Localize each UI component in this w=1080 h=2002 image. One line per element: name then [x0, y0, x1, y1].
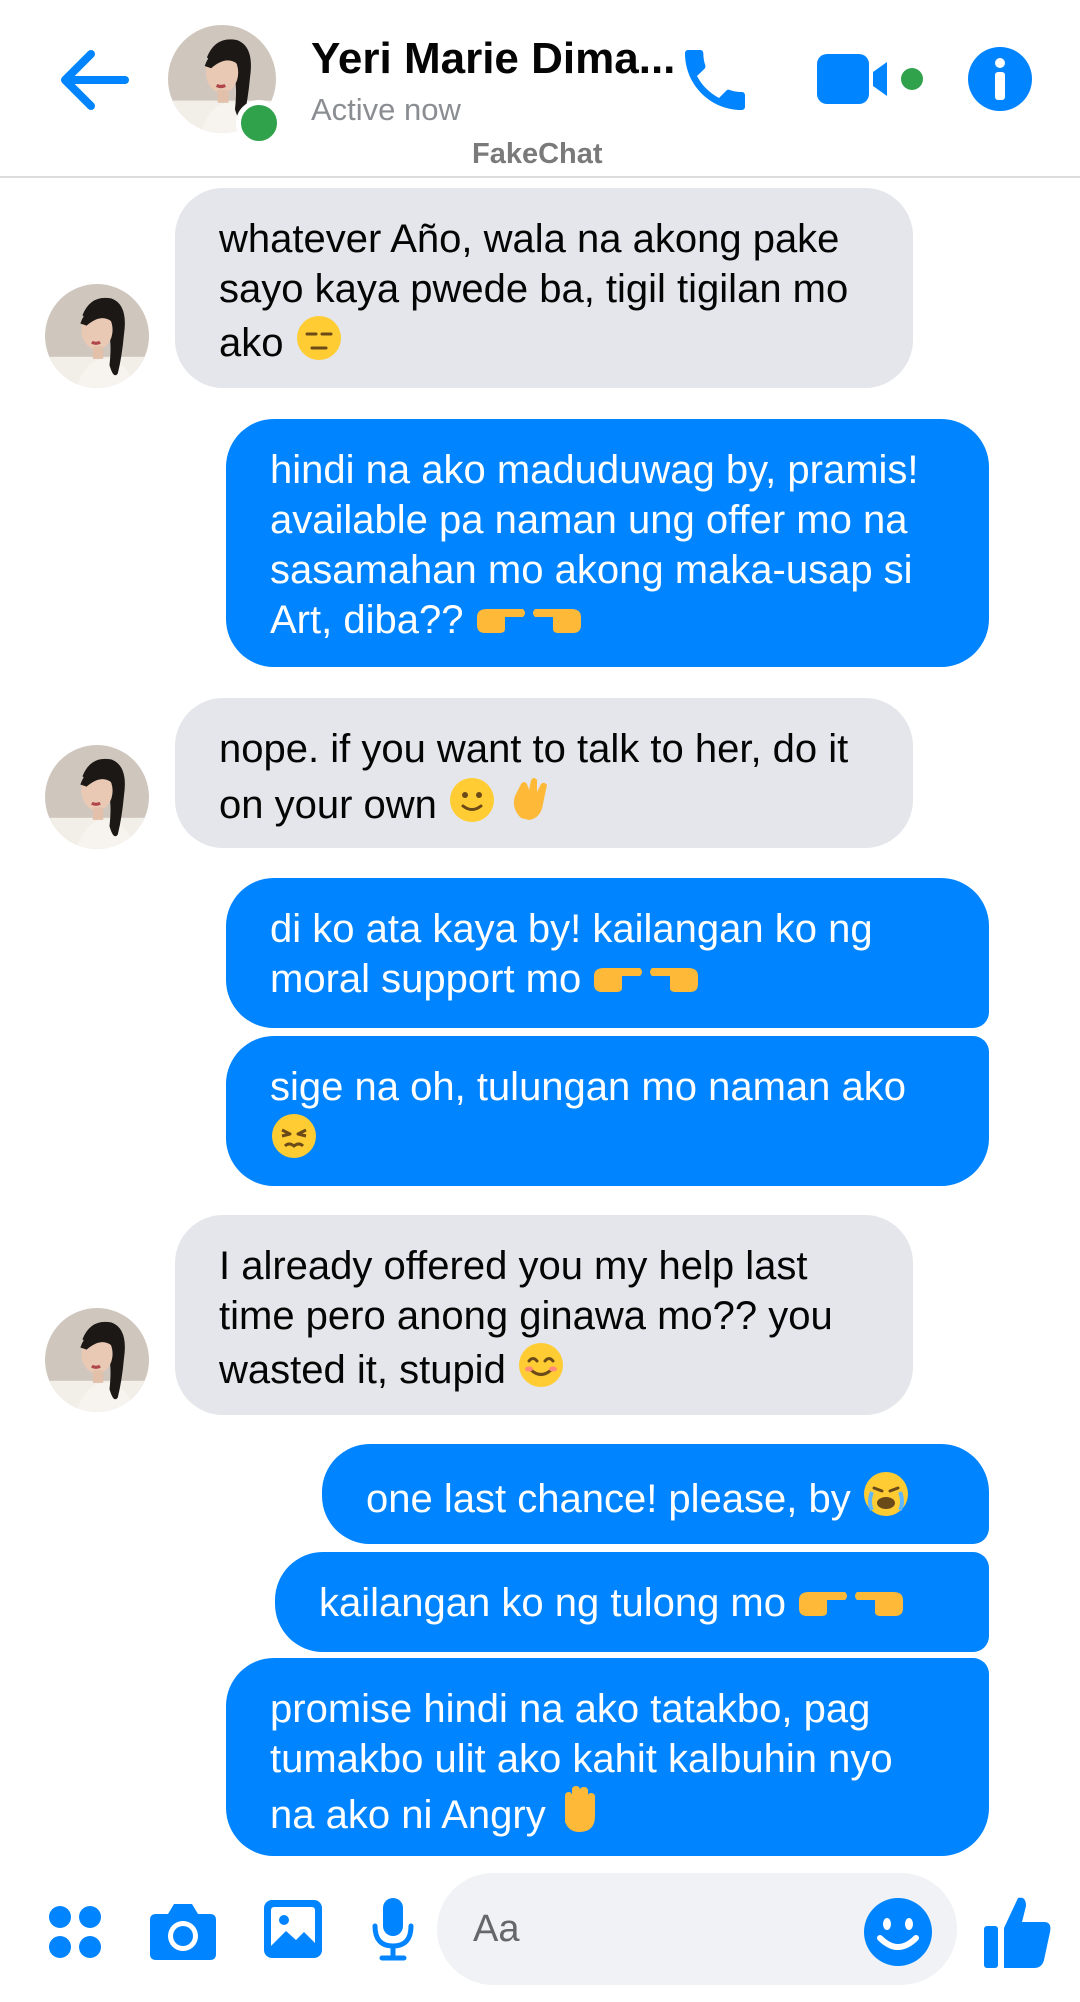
phone-icon: [685, 50, 745, 110]
emoji-button[interactable]: [862, 1896, 934, 1968]
active-status: Active now: [311, 92, 461, 127]
chat-header: Yeri Marie Dima... Active now FakeChat: [0, 0, 1080, 178]
incoming-message[interactable]: I already offered you my help last time …: [175, 1215, 913, 1415]
outgoing-message[interactable]: di ko ata kaya by! kailangan ko ng moral…: [226, 878, 989, 1028]
microphone-icon: [372, 1898, 414, 1961]
persevering-face-icon: [272, 1114, 316, 1158]
message-text: sige na oh, tulungan mo naman ako: [270, 1065, 906, 1109]
contact-name[interactable]: Yeri Marie Dima...: [311, 34, 675, 84]
voice-call-button[interactable]: [675, 40, 755, 120]
apps-button[interactable]: [45, 1902, 105, 1967]
watermark: FakeChat: [472, 138, 603, 170]
pointing-fingers-icon: [799, 1592, 904, 1616]
incoming-message[interactable]: nope. if you want to talk to her, do it …: [175, 698, 913, 848]
online-indicator: [236, 100, 282, 146]
pointing-fingers-icon: [594, 968, 699, 992]
waving-hand-icon: [514, 778, 548, 820]
info-button[interactable]: [967, 46, 1033, 112]
message-text: kailangan ko ng tulong mo: [319, 1581, 786, 1625]
message-text: one last chance! please, by: [366, 1477, 851, 1521]
info-icon: [968, 47, 1032, 111]
back-arrow-icon: [61, 50, 129, 110]
camera-button[interactable]: [148, 1898, 218, 1967]
incoming-message[interactable]: whatever Año, wala na akong pake sayo ka…: [175, 188, 913, 388]
crying-face-icon: [863, 1472, 908, 1516]
outgoing-message[interactable]: sige na oh, tulungan mo naman ako: [226, 1036, 989, 1186]
contact-avatar-small[interactable]: [45, 745, 149, 849]
apps-icon: [49, 1906, 101, 1958]
unamused-face-icon: [296, 316, 341, 360]
emoji-icon: [864, 1898, 932, 1966]
gallery-button[interactable]: [262, 1896, 324, 1967]
smiling-face-icon: [518, 1343, 563, 1387]
pointing-fingers-icon: [476, 609, 581, 633]
outgoing-message[interactable]: kailangan ko ng tulong mo: [275, 1552, 989, 1652]
message-text: di ko ata kaya by! kailangan ko ng moral…: [270, 907, 873, 1001]
voice-message-button[interactable]: [368, 1894, 418, 1969]
thumbs-up-icon: [984, 1897, 1051, 1968]
outgoing-message[interactable]: hindi na ako maduduwag by, pramis! avail…: [226, 419, 989, 667]
message-text: hindi na ako maduduwag by, pramis! avail…: [270, 448, 919, 642]
like-button[interactable]: [982, 1892, 1054, 1972]
image-icon: [264, 1900, 322, 1958]
raised-hand-icon: [564, 1786, 595, 1832]
contact-avatar-small[interactable]: [45, 284, 149, 388]
outgoing-message[interactable]: promise hindi na ako tatakbo, pag tumakb…: [226, 1658, 989, 1856]
camera-icon: [150, 1904, 216, 1960]
slight-smile-icon: [450, 778, 495, 822]
contact-avatar-small[interactable]: [45, 1308, 149, 1412]
outgoing-message[interactable]: one last chance! please, by: [322, 1444, 989, 1544]
back-button[interactable]: [55, 45, 135, 115]
video-call-button[interactable]: [815, 50, 930, 110]
video-camera-icon: [817, 54, 923, 104]
